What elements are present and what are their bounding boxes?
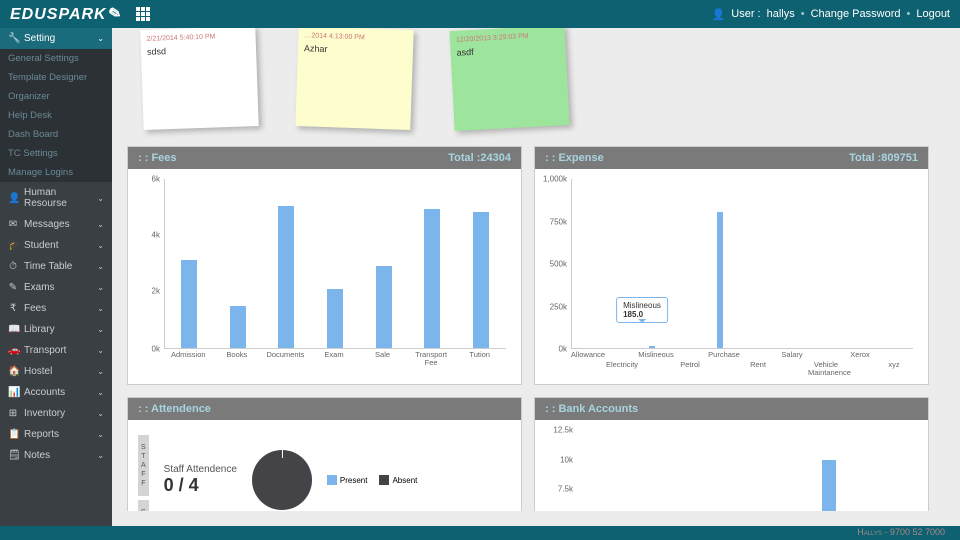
attendance-pie xyxy=(252,450,312,510)
user-label: User : xyxy=(731,8,760,20)
note-icon: 🗒 xyxy=(8,450,18,461)
fees-bar xyxy=(278,206,294,348)
sidebar-item-exams[interactable]: ✎Exams⌄ xyxy=(0,277,112,298)
box-icon: ⊞ xyxy=(8,408,18,419)
sidebar-item-reports[interactable]: 📋Reports⌄ xyxy=(0,424,112,445)
sidebar: 🔧 Setting ⌄ General Settings Template De… xyxy=(0,28,112,526)
chevron-down-icon: ⌄ xyxy=(97,34,104,43)
sidebar-sub-general[interactable]: General Settings xyxy=(0,49,112,68)
topbar: EDUSPARK✎ 👤 User : hallys • Change Passw… xyxy=(0,0,960,28)
clipboard-icon: 📋 xyxy=(8,429,18,440)
expense-panel: : : Expense Total :809751 1,000k 750k 500… xyxy=(534,146,929,385)
sticky-notes-row: 2/21/2014 5:40:10 PMsdsd …2014 4:13:00 P… xyxy=(127,28,945,138)
fees-chart: 6k 4k 2k 0k AdmissionBooksDocumentsExamS… xyxy=(138,179,511,374)
book-icon: 📖 xyxy=(8,324,18,335)
home-icon: 🏠 xyxy=(8,366,18,377)
expense-title: : : Expense xyxy=(545,152,604,164)
staff-attendance-label: Staff Attendence xyxy=(164,464,237,475)
staff-attendance-count: 0 / 4 xyxy=(164,475,237,496)
fees-bar xyxy=(424,209,440,348)
attendance-title: : : Attendence xyxy=(138,403,211,415)
user-icon: 👤 xyxy=(712,8,726,21)
staff-tab[interactable]: S T A F F xyxy=(138,435,149,496)
sidebar-item-student[interactable]: 🎓Student⌄ xyxy=(0,235,112,256)
fees-bar xyxy=(473,212,489,348)
fees-bar xyxy=(230,306,246,349)
sticky-note[interactable]: 2/21/2014 5:40:10 PMsdsd xyxy=(140,28,258,130)
clock-icon: ⏱ xyxy=(8,261,18,272)
sidebar-sub-organizer[interactable]: Organizer xyxy=(0,87,112,106)
expense-chart: 1,000k 750k 500k 250k 0k Mislineous 185.… xyxy=(545,179,918,374)
topbar-right: 👤 User : hallys • Change Password • Logo… xyxy=(712,8,950,21)
sidebar-sub-template[interactable]: Template Designer xyxy=(0,68,112,87)
grid-icon[interactable] xyxy=(136,7,150,21)
chart-icon: 📊 xyxy=(8,387,18,398)
fees-bar xyxy=(376,266,392,348)
sidebar-item-fees[interactable]: ₹Fees⌄ xyxy=(0,298,112,319)
sidebar-item-notes[interactable]: 🗒Notes⌄ xyxy=(0,445,112,466)
pencil-icon: ✎ xyxy=(8,282,18,293)
bank-chart: 12.5k 10k 7.5k 5k xyxy=(545,430,918,511)
footer: Hallys - 9700 52 7000 xyxy=(0,526,960,540)
sidebar-sub-tc[interactable]: TC Settings xyxy=(0,144,112,163)
sidebar-submenu-setting: General Settings Template Designer Organ… xyxy=(0,49,112,182)
sidebar-sub-logins[interactable]: Manage Logins xyxy=(0,163,112,182)
logout-link[interactable]: Logout xyxy=(916,8,950,20)
fees-total: Total :24304 xyxy=(448,152,511,164)
envelope-icon: ✉ xyxy=(8,219,18,230)
sticky-note[interactable]: …2014 4:13:00 PMAzhar xyxy=(295,28,413,130)
username: hallys xyxy=(767,8,795,20)
fees-panel: : : Fees Total :24304 6k 4k 2k 0k Admissi… xyxy=(127,146,522,385)
sidebar-item-setting[interactable]: 🔧 Setting ⌄ xyxy=(0,28,112,49)
expense-total: Total :809751 xyxy=(849,152,918,164)
student-icon: 🎓 xyxy=(8,240,18,251)
bank-title: : : Bank Accounts xyxy=(545,403,638,415)
attendance-legend: Present Absent xyxy=(327,475,417,485)
expense-tooltip: Mislineous 185.0 xyxy=(616,297,668,323)
sidebar-sub-helpdesk[interactable]: Help Desk xyxy=(0,106,112,125)
attendance-panel: : : Attendence S T A F F S Staff Attende… xyxy=(127,397,522,511)
fees-bar xyxy=(181,260,197,348)
expense-bar xyxy=(649,346,655,348)
sticky-note[interactable]: 12/20/2013 3:29:03 PMasdf xyxy=(449,28,569,131)
brand-logo: EDUSPARK✎ xyxy=(10,4,121,24)
rupee-icon: ₹ xyxy=(8,303,18,314)
car-icon: 🚗 xyxy=(8,345,18,356)
sidebar-item-accounts[interactable]: 📊Accounts⌄ xyxy=(0,382,112,403)
fees-bar xyxy=(327,289,343,349)
sidebar-item-transport[interactable]: 🚗Transport⌄ xyxy=(0,340,112,361)
sidebar-item-hostel[interactable]: 🏠Hostel⌄ xyxy=(0,361,112,382)
sidebar-item-library[interactable]: 📖Library⌄ xyxy=(0,319,112,340)
s-tab[interactable]: S xyxy=(138,500,149,511)
expense-bar xyxy=(717,212,723,348)
sidebar-item-inventory[interactable]: ⊞Inventory⌄ xyxy=(0,403,112,424)
sidebar-sub-dashboard[interactable]: Dash Board xyxy=(0,125,112,144)
person-icon: 👤 xyxy=(8,193,18,204)
bank-panel: : : Bank Accounts 12.5k 10k 7.5k 5k xyxy=(534,397,929,511)
sidebar-item-hr[interactable]: 👤Human Resourse⌄ xyxy=(0,182,112,214)
fees-title: : : Fees xyxy=(138,152,177,164)
sidebar-item-messages[interactable]: ✉Messages⌄ xyxy=(0,214,112,235)
change-password-link[interactable]: Change Password xyxy=(811,8,901,20)
wrench-icon: 🔧 xyxy=(8,33,18,44)
content-area: 2/21/2014 5:40:10 PMsdsd …2014 4:13:00 P… xyxy=(112,28,960,526)
sidebar-item-timetable[interactable]: ⏱Time Table⌄ xyxy=(0,256,112,277)
